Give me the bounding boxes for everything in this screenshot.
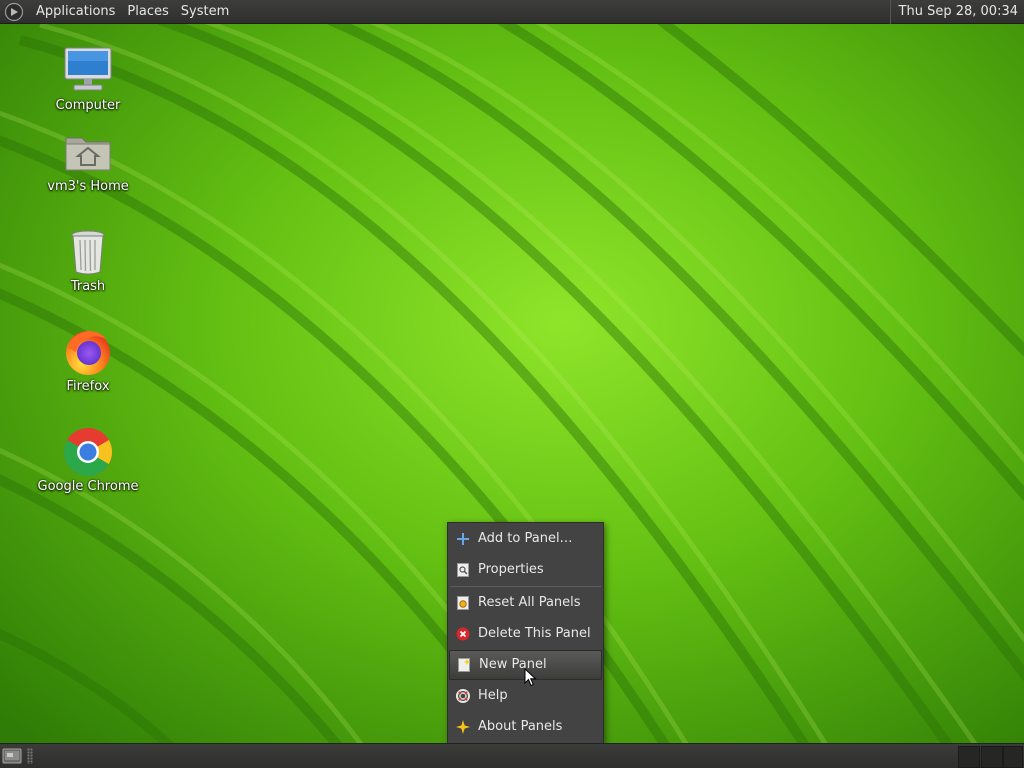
add-icon [457, 533, 469, 545]
about-icon [456, 720, 470, 734]
menu-item-label: Add to Panel… [478, 531, 573, 546]
computer-icon [64, 47, 112, 91]
reset-icon [457, 596, 469, 610]
mouse-pointer-icon [524, 668, 537, 687]
properties-icon [457, 563, 469, 577]
top-panel: Applications Places System Thu Sep 28, 0… [0, 0, 1024, 24]
mate-logo-icon[interactable] [4, 2, 24, 22]
applications-menu[interactable]: Applications [30, 0, 121, 24]
menu-item-add-to-panel[interactable]: Add to Panel… [449, 524, 602, 554]
menu-item-label: About Panels [478, 719, 563, 734]
panel-context-menu: Add to Panel… Properties Reset All Panel… [447, 522, 604, 744]
workspace-3[interactable] [1003, 746, 1023, 768]
menu-item-label: Delete This Panel [478, 626, 591, 641]
menu-bar: Applications Places System [4, 0, 235, 24]
menu-item-label: Reset All Panels [478, 595, 581, 610]
places-menu[interactable]: Places [121, 0, 174, 24]
show-desktop-icon[interactable] [2, 747, 22, 765]
workspace-2[interactable] [981, 746, 1003, 768]
desktop[interactable]: Applications Places System Thu Sep 28, 0… [0, 0, 1024, 768]
clock[interactable]: Thu Sep 28, 00:34 [889, 0, 1024, 24]
desktop-icon-firefox[interactable]: Firefox [33, 326, 143, 394]
menu-item-delete-this-panel[interactable]: Delete This Panel [449, 619, 602, 649]
bottom-panel [0, 743, 1024, 768]
desktop-icon-home[interactable]: vm3's Home [33, 126, 143, 194]
desktop-icon-label: Computer [55, 98, 121, 113]
system-menu[interactable]: System [175, 0, 235, 24]
desktop-icon-label: Firefox [66, 379, 110, 394]
chrome-icon [63, 428, 113, 477]
delete-icon [456, 627, 470, 641]
desktop-icon-label: vm3's Home [47, 179, 129, 194]
desktop-icon-label: Google Chrome [37, 479, 139, 494]
desktop-icon-chrome[interactable]: Google Chrome [33, 426, 143, 494]
workspace-1[interactable] [958, 746, 980, 768]
home-folder-icon [65, 137, 111, 171]
desktop-icon-trash[interactable]: Trash [33, 226, 143, 294]
menu-separator [450, 586, 601, 587]
new-panel-icon [458, 658, 470, 672]
help-icon [456, 689, 470, 703]
desktop-icon-computer[interactable]: Computer [33, 45, 143, 113]
menu-item-about-panels[interactable]: About Panels [449, 712, 602, 742]
panel-drag-handle[interactable] [27, 748, 33, 764]
firefox-icon [66, 331, 110, 375]
menu-item-reset-all-panels[interactable]: Reset All Panels [449, 588, 602, 618]
menu-item-label: Help [478, 688, 508, 703]
trash-icon [71, 230, 105, 275]
menu-item-label: Properties [478, 562, 544, 577]
desktop-icon-label: Trash [70, 279, 106, 294]
menu-item-properties[interactable]: Properties [449, 555, 602, 585]
